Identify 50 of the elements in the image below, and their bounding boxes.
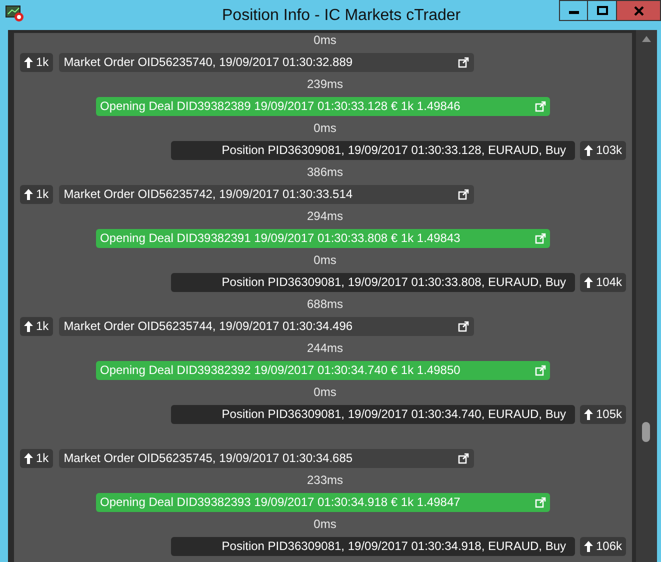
volume-badge: 105k — [580, 404, 626, 424]
position-bar[interactable]: Position PID36309081, 19/09/2017 01:30:34.740, EURAUD, Buy — [171, 404, 575, 424]
external-link-icon[interactable] — [458, 56, 469, 68]
external-link-icon[interactable] — [458, 452, 469, 464]
order-bar[interactable]: Market Order OID56235744, 19/09/2017 01:30:34.496 — [58, 316, 474, 336]
latency-label: 233ms — [306, 472, 344, 489]
external-link-icon[interactable] — [458, 320, 469, 332]
latency-label: 688ms — [306, 296, 344, 313]
order-bar[interactable]: Market Order OID56235740, 19/09/2017 01:30:32.889 — [58, 52, 474, 72]
arrow-up-icon — [24, 56, 33, 68]
arrow-up-icon — [24, 188, 33, 200]
scroll-up-icon[interactable] — [642, 36, 651, 42]
order-bar[interactable]: Market Order OID56235745, 19/09/2017 01:30:34.685 — [58, 448, 474, 468]
volume-badge: 106k — [580, 536, 626, 556]
arrow-up-icon — [24, 452, 33, 464]
latency-label: 0ms — [314, 384, 336, 401]
volume-badge: 1k — [20, 448, 53, 468]
minimize-button[interactable] — [559, 0, 588, 21]
maximize-icon — [596, 6, 608, 15]
minimize-icon — [568, 11, 578, 14]
scrollbar[interactable] — [636, 30, 657, 562]
position-bar[interactable]: Position PID36309081, 19/09/2017 01:30:33.128, EURAUD, Buy — [171, 140, 575, 160]
app-icon — [5, 4, 25, 22]
latency-label: 294ms — [306, 208, 344, 225]
latency-label: 244ms — [306, 340, 344, 357]
latency-label: 239ms — [306, 76, 344, 93]
maximize-button[interactable] — [588, 0, 617, 21]
close-button[interactable] — [617, 0, 661, 21]
position-bar[interactable]: Position PID36309081, 19/09/2017 01:30:33.808, EURAUD, Buy — [171, 272, 575, 292]
arrow-up-icon — [584, 276, 593, 288]
latency-label: 0ms — [314, 516, 336, 533]
order-bar[interactable]: Market Order OID56235742, 19/09/2017 01:30:33.514 — [58, 184, 474, 204]
arrow-up-icon — [584, 144, 593, 156]
scrollbar-thumb[interactable] — [642, 422, 650, 442]
close-icon — [634, 6, 644, 16]
latency-label: 0ms — [314, 33, 336, 49]
external-link-icon[interactable] — [458, 188, 469, 200]
volume-badge: 103k — [580, 140, 626, 160]
volume-badge: 1k — [20, 184, 53, 204]
arrow-up-icon — [584, 408, 593, 420]
volume-badge: 104k — [580, 272, 626, 292]
volume-badge: 1k — [20, 316, 53, 336]
latency-label: 386ms — [306, 164, 344, 181]
window-title: Position Info - IC Markets cTrader — [222, 6, 461, 26]
arrow-up-icon — [24, 320, 33, 332]
position-bar[interactable]: Position PID36309081, 19/09/2017 01:30:34.918, EURAUD, Buy — [171, 536, 575, 556]
latency-label: 0ms — [314, 120, 336, 137]
arrow-up-icon — [584, 540, 593, 552]
latency-label: 0ms — [314, 252, 336, 269]
volume-badge: 1k — [20, 52, 53, 72]
